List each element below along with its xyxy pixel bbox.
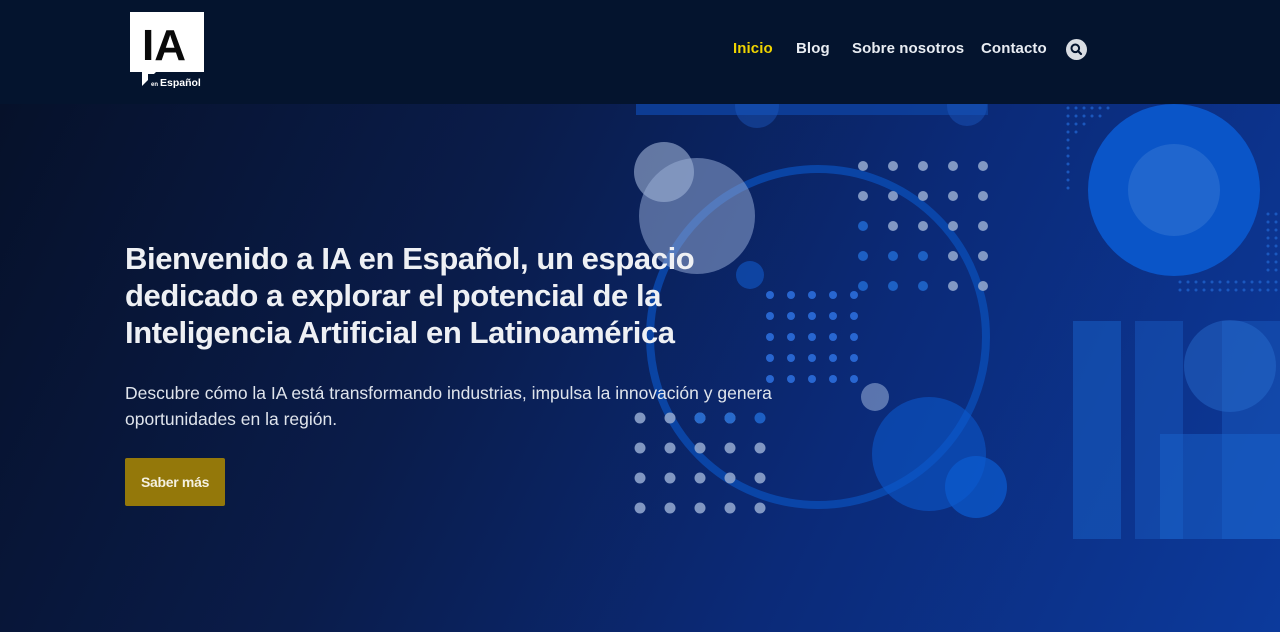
nav-item-sobre-nosotros[interactable]: Sobre nosotros [852,40,964,57]
logo-sub-small-text: en [151,82,158,88]
nav-item-contacto[interactable]: Contacto [981,40,1047,57]
hero-title: Bienvenido a IA en Español, un espacio d… [125,241,695,350]
main-nav: Inicio Blog Sobre nosotros Contacto [0,40,1280,60]
site-header: IA en Español Inicio Blog Sobre nosotros… [0,0,1280,104]
hero-section: Bienvenido a IA en Español, un espacio d… [0,104,1280,632]
nav-item-blog[interactable]: Blog [796,40,830,57]
hero-subtitle: Descubre cómo la IA está transformando i… [125,383,772,429]
saber-mas-button[interactable]: Saber más [125,458,225,506]
nav-item-inicio[interactable]: Inicio [733,40,773,57]
search-button[interactable] [1066,39,1087,60]
hero-decorative-graphic [634,104,1280,539]
logo-sub-text: Español [160,77,201,89]
search-icon [1070,43,1083,56]
